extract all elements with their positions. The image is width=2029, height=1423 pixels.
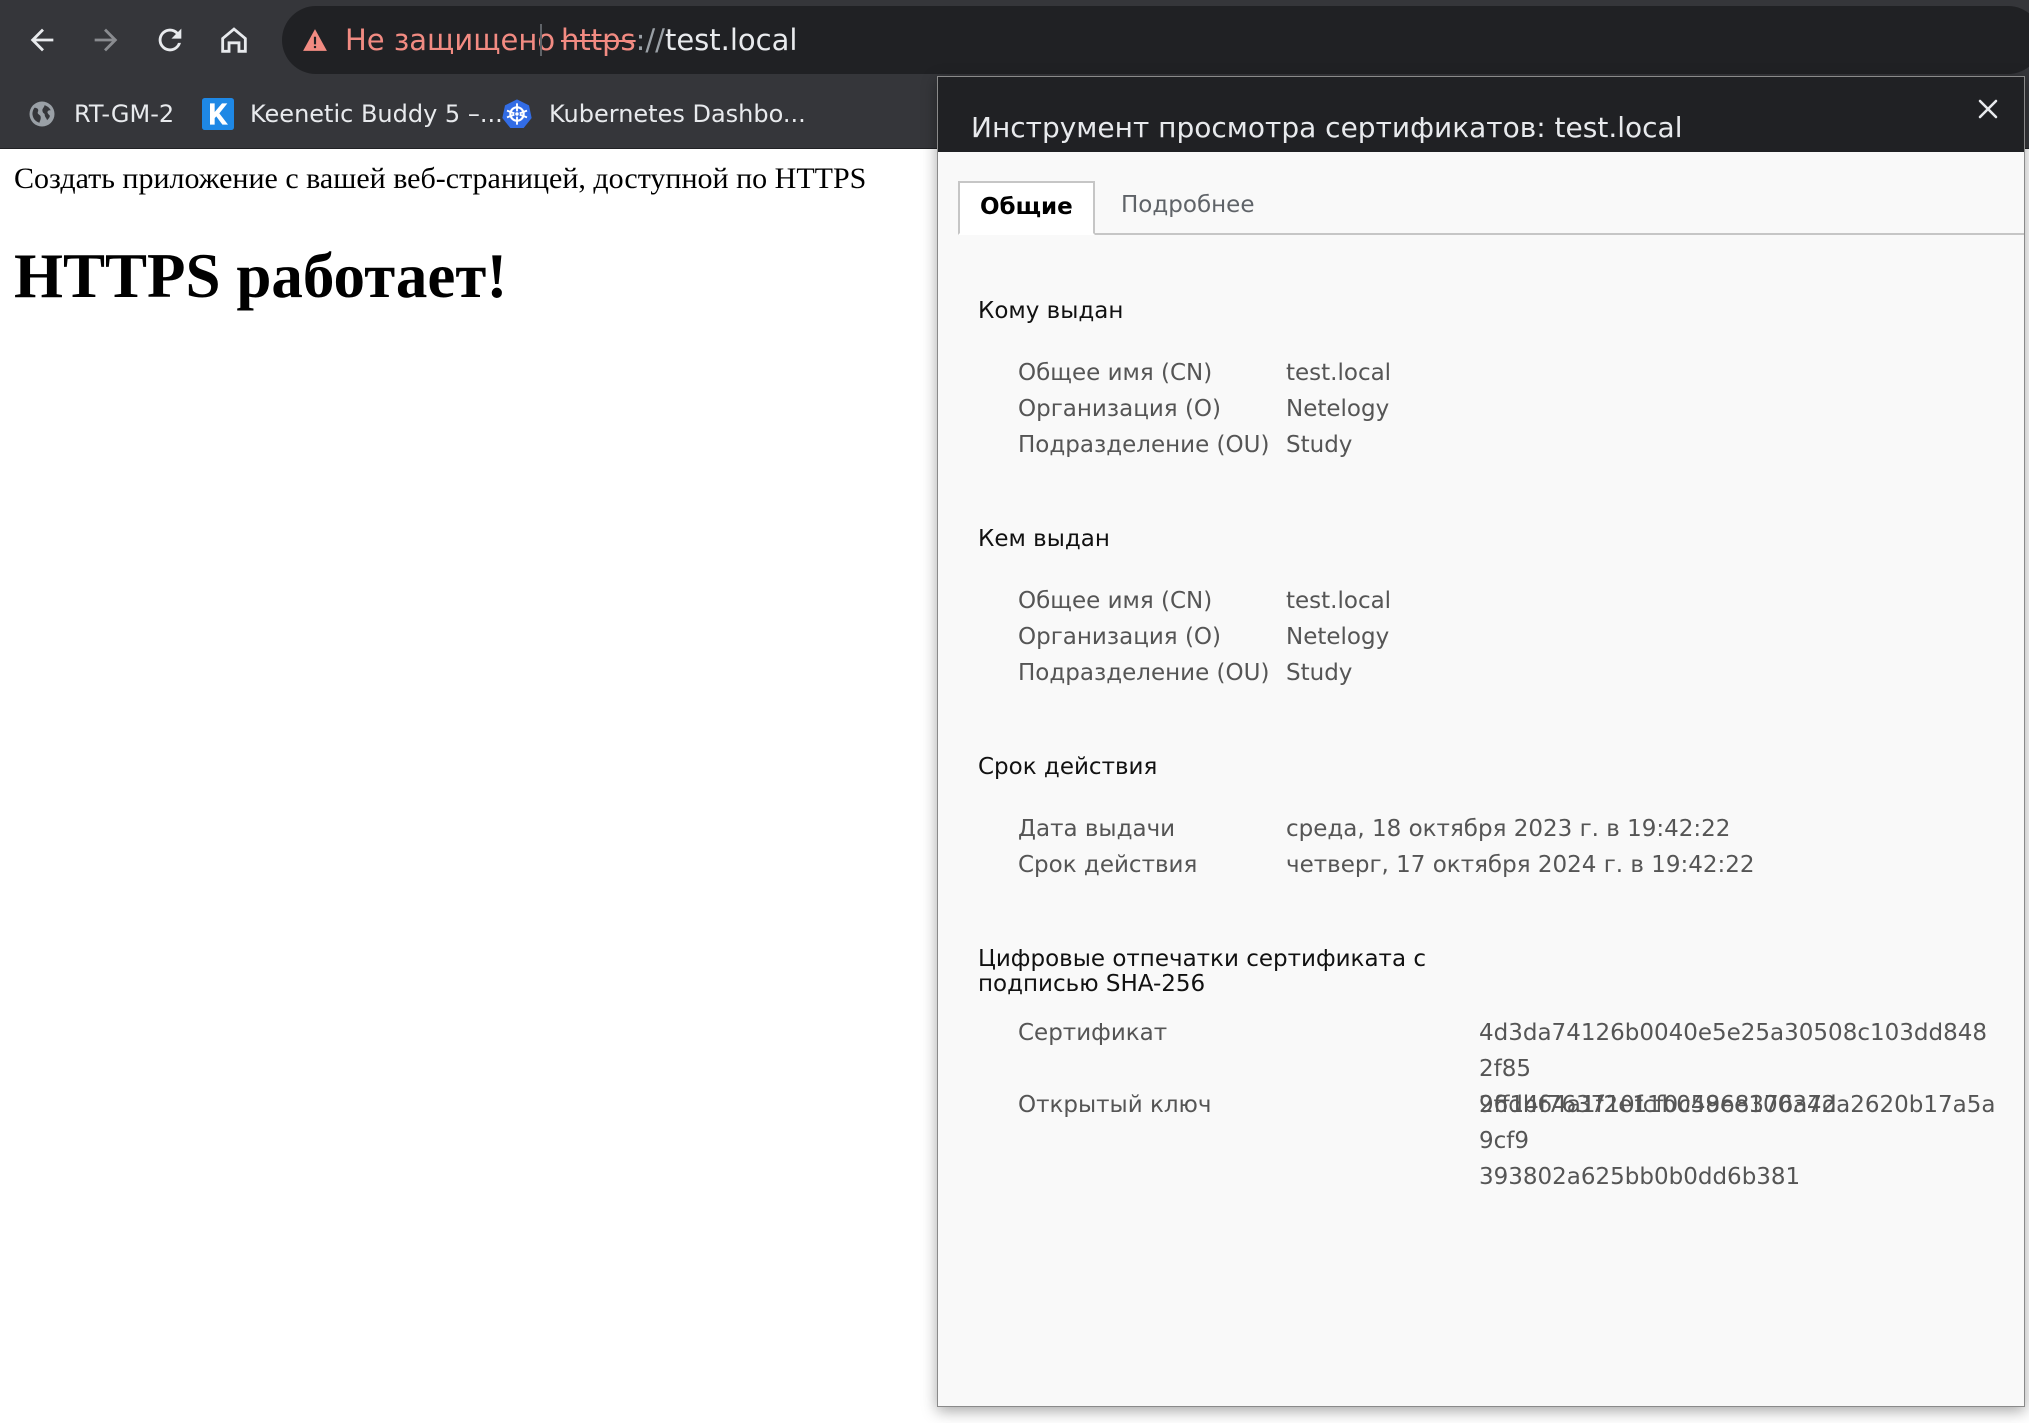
url-host: test.local: [664, 23, 798, 57]
warning-triangle-icon: [303, 29, 327, 51]
tab-details[interactable]: Подробнее: [1101, 181, 1274, 233]
certificate-viewer-dialog: Инструмент просмотра сертификатов: test.…: [937, 76, 2025, 1407]
page-heading: HTTPS работает!: [14, 241, 508, 311]
cert-fingerprint-label: Сертификат: [1018, 1020, 1168, 1046]
tab-general[interactable]: Общие: [958, 181, 1095, 235]
pubkey-fingerprint-value: 9ff14f763710fcf0c58ee100342a2620b17a5a9c…: [1479, 1087, 1999, 1195]
bookmark-kubernetes-dashboard[interactable]: Kubernetes Dashbo...: [501, 94, 806, 134]
section-validity-title: Срок действия: [978, 754, 1158, 780]
reload-button[interactable]: [143, 13, 197, 67]
pubkey-fingerprint-line-2: 393802a625bb0b0dd6b381: [1479, 1164, 1801, 1190]
section-issued-by-title: Кем выдан: [978, 526, 1110, 552]
section-issued-to-title: Кому выдан: [978, 298, 1124, 324]
close-button[interactable]: [1970, 91, 2006, 127]
page-paragraph: Создать приложение с вашей веб-страницей…: [14, 162, 867, 195]
issued-to-ou-value: Study: [1286, 432, 1353, 458]
fingerprints-title-line-2: подписью SHA-256: [978, 971, 1206, 997]
issued-to-o-value: Netelogy: [1286, 396, 1390, 422]
expires-on-label: Срок действия: [1018, 852, 1198, 878]
back-button[interactable]: [15, 13, 69, 67]
bookmark-label: RT-GM-2: [74, 100, 175, 128]
home-button[interactable]: [207, 13, 261, 67]
url-slashes: ://: [635, 23, 665, 57]
issued-by-ou-value: Study: [1286, 660, 1353, 686]
url-scheme: https: [561, 23, 636, 57]
home-icon: [221, 27, 247, 53]
dialog-header: Инструмент просмотра сертификатов: test.…: [938, 77, 2024, 152]
issued-by-ou-label: Подразделение (OU): [1018, 660, 1270, 686]
issued-to-cn-value: test.local: [1286, 360, 1392, 386]
browser-toolbar: Не защищено https://test.local: [0, 0, 2029, 80]
issued-by-o-label: Организация (O): [1018, 624, 1221, 650]
issued-on-value: среда, 18 октября 2023 г. в 19:42:22: [1286, 816, 1731, 842]
section-fingerprints-title: Цифровые отпечатки сертификата с подпись…: [978, 947, 1426, 997]
issued-to-cn-label: Общее имя (CN): [1018, 360, 1213, 386]
issued-to-o-label: Организация (O): [1018, 396, 1221, 422]
expires-on-value: четверг, 17 октября 2024 г. в 19:42:22: [1286, 852, 1755, 878]
globe-icon: [26, 98, 58, 130]
bookmark-rt-gm-2[interactable]: RT-GM-2: [26, 94, 174, 134]
fingerprints-title-line-1: Цифровые отпечатки сертификата с: [978, 946, 1426, 972]
pubkey-fingerprint-line-1: 9ff14f763710fcf0c58ee100342a2620b17a5a9c…: [1479, 1092, 1996, 1154]
not-secure-label[interactable]: Не защищено: [345, 20, 555, 60]
pubkey-fingerprint-label: Открытый ключ: [1018, 1092, 1212, 1118]
issued-by-cn-label: Общее имя (CN): [1018, 588, 1213, 614]
keenetic-logo-icon: [202, 98, 234, 130]
reload-icon: [158, 28, 182, 52]
issued-by-cn-value: test.local: [1286, 588, 1392, 614]
bookmark-keenetic-buddy[interactable]: Keenetic Buddy 5 –...: [202, 94, 503, 134]
dialog-title: Инструмент просмотра сертификатов: test.…: [971, 111, 1683, 144]
issued-to-ou-label: Подразделение (OU): [1018, 432, 1270, 458]
forward-button[interactable]: [79, 13, 133, 67]
bookmark-label: Keenetic Buddy 5 –...: [250, 100, 503, 128]
issued-on-label: Дата выдачи: [1018, 816, 1176, 842]
url-text[interactable]: https://test.local: [561, 20, 797, 60]
close-icon: [1978, 99, 1998, 119]
bookmark-label: Kubernetes Dashbo...: [549, 100, 806, 128]
issued-by-o-value: Netelogy: [1286, 624, 1390, 650]
kubernetes-logo-icon: [501, 98, 533, 130]
dialog-tabs: Общие Подробнее: [958, 181, 2024, 235]
arrow-left-icon: [30, 28, 54, 52]
address-bar[interactable]: Не защищено https://test.local: [282, 6, 2029, 74]
cert-fingerprint-line-1: 4d3da74126b0040e5e25a30508c103dd8482f85: [1479, 1020, 1987, 1082]
omnibox-divider: [540, 24, 542, 56]
arrow-right-icon: [94, 28, 118, 52]
